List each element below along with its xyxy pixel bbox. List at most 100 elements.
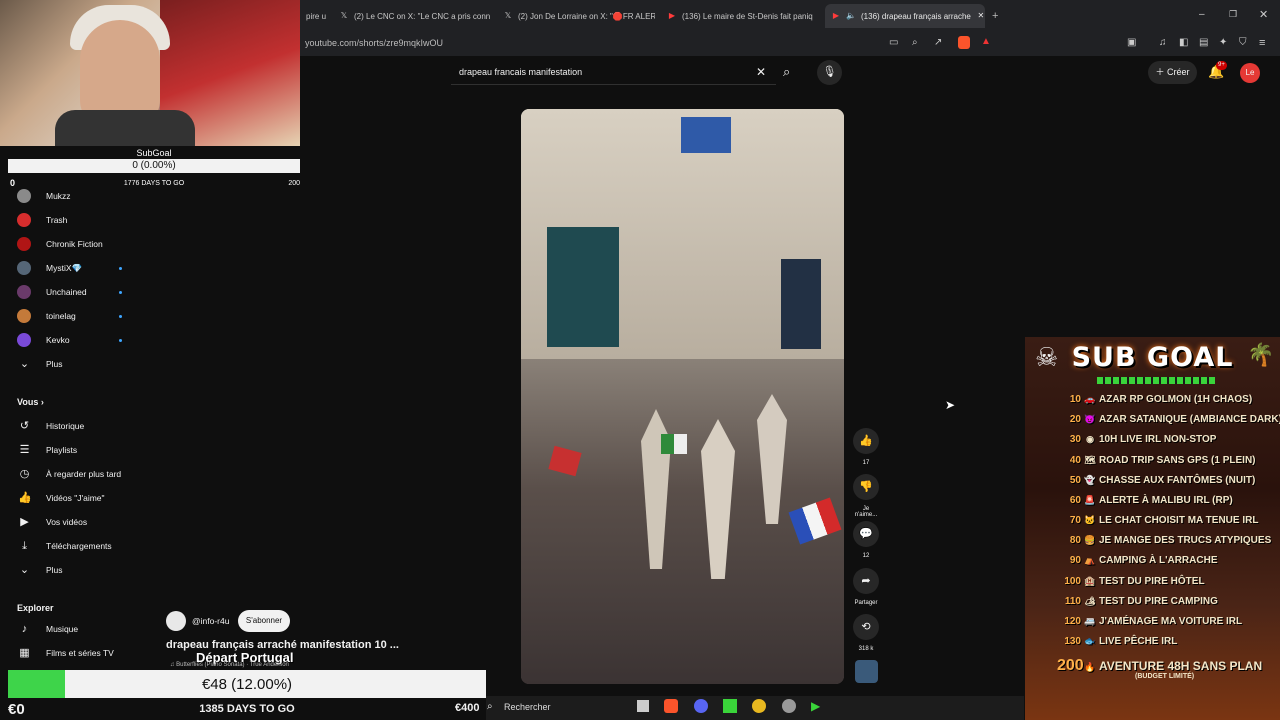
share-icon[interactable]: ↗ <box>934 37 942 48</box>
sidebar-item-chronik-fiction[interactable]: Chronik Fiction <box>0 232 140 256</box>
new-tab-icon[interactable]: + <box>992 10 998 22</box>
sidebar-item-mukzz[interactable]: Mukzz <box>0 184 140 208</box>
sidebar-item-mystix[interactable]: MystiX💎 <box>0 256 140 280</box>
tab-5-active[interactable]: ▶ 🔈 (136) drapeau français arrache ✕ <box>825 4 985 28</box>
vpn-icon[interactable]: ⛉ <box>1239 37 1247 48</box>
zoom-icon[interactable]: ⌕ <box>912 37 918 48</box>
van-icon: 🚐 <box>1084 616 1096 626</box>
cast-icon[interactable]: ▭ <box>889 37 898 48</box>
banner <box>681 117 731 153</box>
menu-icon[interactable]: ≡ <box>1259 37 1265 49</box>
tab-4[interactable]: ▶ (136) Le maire de St-Denis fait paniq <box>661 4 819 28</box>
sidebar-item-plus-subs[interactable]: ⌄ Plus <box>0 352 140 376</box>
sidebar-item-history[interactable]: ↺ Historique <box>0 414 140 438</box>
clear-search-icon[interactable]: ✕ <box>756 65 766 79</box>
remix-action[interactable]: ⟲ 318 k <box>853 614 879 652</box>
like-action[interactable]: 👍 17 <box>853 428 879 466</box>
sidebar-item-watch-later[interactable]: ◷ À regarder plus tard <box>0 462 140 486</box>
sidebar-item-your-videos[interactable]: ▶ Vos vidéos <box>0 510 140 534</box>
sidebar-item-unchained[interactable]: Unchained <box>0 280 140 304</box>
brave-shield-icon[interactable] <box>958 36 970 49</box>
wallet-icon[interactable]: ▤ <box>1199 37 1208 48</box>
media-icon[interactable]: ♫ <box>1159 37 1167 48</box>
tab-title: (136) Le maire de St-Denis fait paniq <box>682 11 813 21</box>
comment-icon[interactable]: 💬 <box>853 521 879 547</box>
sidebar-item-music[interactable]: ♪ Musique <box>0 617 140 641</box>
comment-action[interactable]: 💬 12 <box>853 521 879 559</box>
short-video-player[interactable] <box>521 109 844 684</box>
tab-1[interactable]: pire u <box>300 4 328 28</box>
close-icon[interactable]: ✕ <box>976 11 985 21</box>
sidebar-item-label: Playlists <box>46 445 78 455</box>
remix-icon[interactable]: ⟲ <box>853 614 879 640</box>
goal-row: 70 🐱 LE CHAT CHOISIT MA TENUE IRL <box>1069 515 1259 526</box>
avatar <box>17 189 31 203</box>
live-icon: ◉ <box>1086 434 1094 444</box>
sidebar-header-explore: Explorer <box>17 603 54 613</box>
goal-row: 130 🐟 LIVE PÊCHE IRL <box>1064 636 1178 647</box>
dislike-action[interactable]: 👎 Je n'aime... <box>853 474 879 518</box>
tab-2[interactable]: 𝕏 (2) Le CNC on X: "Le CNC a pris conn <box>333 4 491 28</box>
donation-goal-value: €48 (12.00%) <box>201 676 293 693</box>
tab-title: (2) Jon De Lorraine on X: "🛑FR ALER <box>518 11 655 21</box>
brave-icon[interactable] <box>664 699 678 713</box>
music-icon: ♪ <box>21 622 28 635</box>
sidebar-item-trash[interactable]: Trash <box>0 208 140 232</box>
sidebar-item-plus-you[interactable]: ⌄ Plus <box>0 558 140 582</box>
thumbs-down-icon[interactable]: 👎 <box>853 474 879 500</box>
minimize-icon[interactable]: – <box>1199 9 1205 20</box>
subscribe-button[interactable]: S'abonner <box>238 610 290 632</box>
restore-icon[interactable]: ❐ <box>1229 9 1237 20</box>
obs-icon[interactable] <box>782 699 796 713</box>
sidebar-item-kevko[interactable]: Kevko <box>0 328 140 352</box>
create-button[interactable]: ＋ Créer <box>1148 61 1197 84</box>
goal-final-sub: (BUDGET LIMITÉ) <box>1135 673 1195 680</box>
sidebar-item-label: Mukzz <box>46 191 71 201</box>
taskbar-search-label[interactable]: Rechercher <box>504 702 551 712</box>
camping-icon: 🏕 <box>1084 596 1096 606</box>
thumbs-up-icon[interactable]: 👍 <box>853 428 879 454</box>
sound-thumbnail[interactable] <box>855 660 878 683</box>
sidebar-item-playlists[interactable]: ☰ Playlists <box>0 438 140 462</box>
screenshot-icon[interactable]: ▣ <box>1127 37 1136 48</box>
clock-icon: ◷ <box>19 467 30 480</box>
share-label: Partager <box>854 600 878 606</box>
search-input[interactable]: drapeau francais manifestation <box>459 67 582 77</box>
sidebar-item-downloads[interactable]: ⤓ Téléchargements <box>0 534 140 558</box>
avatar[interactable]: Le <box>1240 63 1260 83</box>
extensions-icon[interactable]: ✦ <box>1219 37 1227 48</box>
remix-count: 318 k <box>858 646 874 652</box>
channel-name[interactable]: @info-r4u <box>192 616 229 626</box>
avatar <box>17 213 31 227</box>
share-action[interactable]: ➦ Partager <box>853 568 879 606</box>
task-view-icon[interactable] <box>637 700 649 712</box>
door-left <box>547 227 619 347</box>
sidebar-item-label: Films et séries TV <box>46 648 114 658</box>
sidebar-item-liked-videos[interactable]: 👍 Vidéos "J'aime" <box>0 486 140 510</box>
new-content-dot <box>119 290 122 294</box>
sidebar-icon[interactable]: ◧ <box>1179 37 1188 48</box>
search-icon[interactable]: ⌕ <box>487 701 493 712</box>
channel-avatar[interactable] <box>166 611 186 631</box>
window-close-icon[interactable]: ✕ <box>1259 8 1268 21</box>
sidebar-item-toinelag[interactable]: toinelag <box>0 304 140 328</box>
app-icon[interactable]: ▶ <box>811 699 820 713</box>
app-icon[interactable] <box>723 699 737 713</box>
chevron-down-icon: ⌄ <box>19 357 30 370</box>
mic-icon[interactable]: 🎙 <box>817 60 842 85</box>
new-content-dot <box>119 314 122 318</box>
brave-rewards-icon[interactable]: ▲ <box>981 36 991 47</box>
sidebar-header-you[interactable]: Vous › <box>17 397 44 407</box>
donation-goal-days: 1385 DAYS TO GO <box>199 703 295 715</box>
sidebar-item-films[interactable]: ▦ Films et séries TV <box>0 641 140 665</box>
share-arrow-icon[interactable]: ➦ <box>853 568 879 594</box>
url-field[interactable]: youtube.com/shorts/zre9mqkIwOU <box>305 38 443 48</box>
fish-icon: 🐟 <box>1084 636 1096 646</box>
sidebar-item-label: Musique <box>46 624 79 634</box>
app-icon[interactable] <box>752 699 766 713</box>
discord-icon[interactable] <box>694 699 708 713</box>
sidebar-item-label: Vidéos "J'aime" <box>46 493 105 503</box>
tab-3[interactable]: 𝕏 (2) Jon De Lorraine on X: "🛑FR ALER <box>497 4 655 28</box>
search-icon[interactable]: ⌕ <box>783 64 790 80</box>
subgoal-progress-bar: 0 (0.00%) <box>8 159 300 173</box>
